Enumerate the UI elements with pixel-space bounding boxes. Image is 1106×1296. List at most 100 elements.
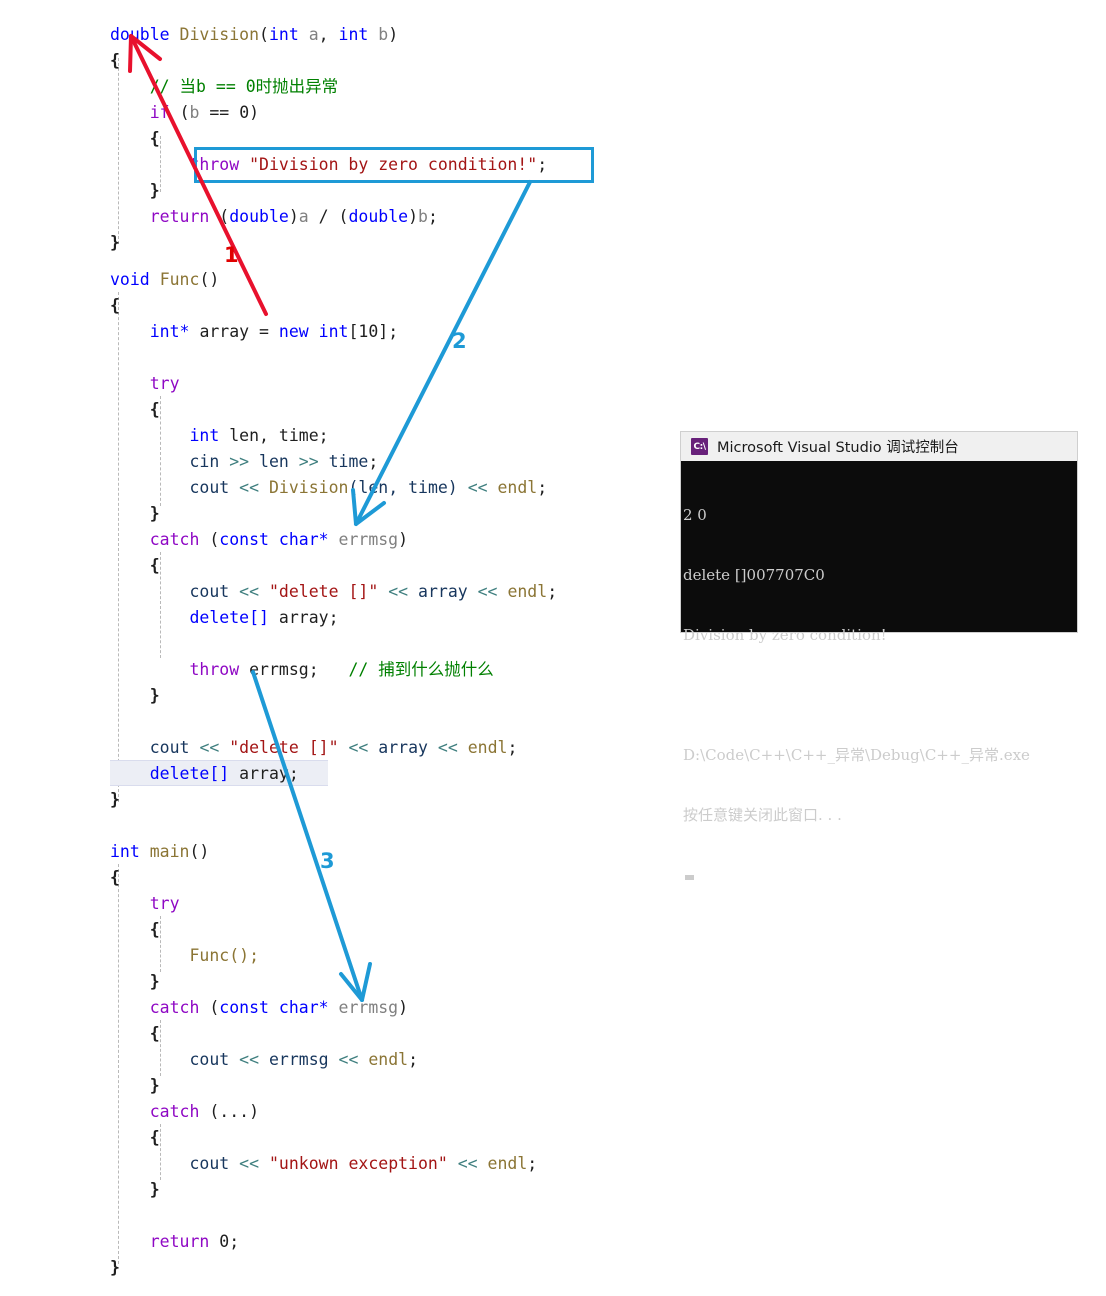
visual-studio-console-icon: C:\	[691, 438, 708, 455]
token-stream: cout	[189, 1154, 230, 1173]
token-operator: ==	[209, 103, 230, 122]
token-identifier: a	[298, 207, 309, 226]
code-line-15[interactable]: {	[110, 397, 160, 423]
token-function-call: Division	[268, 478, 349, 497]
token-stream-operator: >>	[298, 452, 319, 471]
token-variable: errmsg;	[249, 660, 319, 679]
code-line-19[interactable]: }	[110, 501, 160, 527]
code-line-18[interactable]: cout << Division(len, time) << endl;	[110, 475, 547, 501]
code-line-7[interactable]: }	[110, 178, 160, 204]
token-string: "delete []"	[268, 582, 379, 601]
token-variable: array	[378, 738, 428, 757]
code-line-21[interactable]: {	[110, 553, 160, 579]
code-line-8[interactable]: return (double)a / (double)b;	[110, 204, 438, 230]
token-punct: (	[259, 25, 269, 44]
token-keyword: const	[219, 998, 269, 1017]
code-line-16[interactable]: int len, time;	[110, 423, 329, 449]
code-line-33[interactable]: {	[110, 865, 120, 891]
code-line-40[interactable]: cout << errmsg << endl;	[110, 1047, 418, 1073]
console-output[interactable]: 2 0 delete []007707C0 Division by zero c…	[681, 461, 1077, 925]
code-line-47[interactable]: return 0;	[110, 1229, 239, 1255]
token-stream-operator: <<	[437, 738, 458, 757]
token-stream-operator: <<	[239, 582, 260, 601]
token-variable: len, time;	[229, 426, 329, 445]
token-keyword: return	[149, 207, 210, 226]
console-line: delete []007707C0	[683, 566, 825, 584]
code-line-1[interactable]: double Division(int a, int b)	[110, 22, 398, 48]
console-line: Division by zero condition!	[683, 626, 887, 644]
token-stream-operator: <<	[239, 1154, 260, 1173]
code-line-34[interactable]: try	[110, 891, 180, 917]
token-keyword: double	[348, 207, 409, 226]
token-number: 0	[239, 103, 250, 122]
code-line-36[interactable]: Func();	[110, 943, 259, 969]
token-variable: array	[418, 582, 468, 601]
code-line-28[interactable]: cout << "delete []" << array << endl;	[110, 735, 518, 761]
token-keyword-try: try	[149, 894, 180, 913]
token-identifier: b	[189, 103, 200, 122]
token-stream-operator: <<	[457, 1154, 478, 1173]
code-line-23[interactable]: delete[] array;	[110, 605, 338, 631]
token-function-name: Division	[179, 25, 260, 44]
code-line-29[interactable]: delete[] array;	[110, 761, 299, 787]
code-line-17[interactable]: cin >> len >> time;	[110, 449, 378, 475]
code-line-45[interactable]: }	[110, 1177, 160, 1203]
code-line-3[interactable]: // 当b == 0时抛出异常	[110, 74, 338, 100]
token-keyword-delete: delete[]	[189, 608, 269, 627]
code-line-35[interactable]: {	[110, 917, 160, 943]
token-function-name: Func	[159, 270, 200, 289]
code-line-44[interactable]: cout << "unkown exception" << endl;	[110, 1151, 537, 1177]
token-keyword: int	[338, 25, 369, 44]
code-line-10[interactable]: void Func()	[110, 267, 219, 293]
token-stream: cout	[149, 738, 190, 757]
token-stream-operator: <<	[467, 478, 488, 497]
code-line-11[interactable]: {	[110, 293, 120, 319]
annotation-label-2: 2	[452, 329, 467, 353]
token-endl: endl	[497, 478, 538, 497]
code-line-9[interactable]: }	[110, 230, 120, 256]
code-line-43[interactable]: {	[110, 1125, 160, 1151]
token-keyword: char*	[278, 998, 329, 1017]
token-punct: (	[209, 530, 220, 549]
token-identifier: b	[418, 207, 428, 226]
token-endl: endl	[507, 582, 548, 601]
code-line-20[interactable]: catch (const char* errmsg)	[110, 527, 408, 553]
code-line-14[interactable]: try	[110, 371, 180, 397]
code-line-5[interactable]: {	[110, 126, 160, 152]
code-line-22[interactable]: cout << "delete []" << array << endl;	[110, 579, 557, 605]
code-line-2[interactable]: {	[110, 48, 120, 74]
token-keyword-catch: catch	[149, 1102, 200, 1121]
token-punct: ,	[318, 25, 339, 44]
token-args: (len, time)	[348, 478, 458, 497]
code-line-38[interactable]: catch (const char* errmsg)	[110, 995, 408, 1021]
code-line-26[interactable]: }	[110, 683, 160, 709]
token-variable: time	[328, 452, 369, 471]
code-line-37[interactable]: }	[110, 969, 160, 995]
code-line-4[interactable]: if (b == 0)	[110, 100, 259, 126]
code-line-42[interactable]: catch (...)	[110, 1099, 259, 1125]
code-line-30[interactable]: }	[110, 787, 120, 813]
token-punct: )	[249, 103, 260, 122]
annotation-label-3: 3	[320, 849, 335, 873]
code-line-25[interactable]: throw errmsg; // 捕到什么抛什么	[110, 657, 494, 683]
code-line-48[interactable]: }	[110, 1255, 120, 1281]
token-variable: array	[278, 608, 329, 627]
debug-console-window[interactable]: C:\ Microsoft Visual Studio 调试控制台 2 0 de…	[681, 432, 1077, 880]
token-punct: ;	[408, 1050, 419, 1069]
code-editor[interactable]: double Division(int a, int b) { // 当b ==…	[0, 0, 680, 1296]
token-stream: cout	[189, 1050, 230, 1069]
token-param: b	[378, 25, 389, 44]
token-operator: =	[259, 322, 269, 341]
console-line-exe-path: D:\Code\C++\C++_异常\Debug\C++_异常.exe	[683, 746, 1030, 764]
token-comment: // 捕到什么抛什么	[348, 660, 494, 679]
code-line-12[interactable]: int* array = new int[10];	[110, 319, 398, 345]
code-line-39[interactable]: {	[110, 1021, 160, 1047]
token-keyword: new	[278, 322, 309, 341]
code-line-32[interactable]: int main()	[110, 839, 209, 865]
token-string: "unkown exception"	[268, 1154, 448, 1173]
token-keyword: int	[318, 322, 349, 341]
token-punct: ;	[427, 207, 438, 226]
token-keyword: return	[149, 1232, 210, 1251]
code-line-41[interactable]: }	[110, 1073, 160, 1099]
console-titlebar[interactable]: C:\ Microsoft Visual Studio 调试控制台	[681, 432, 1077, 461]
